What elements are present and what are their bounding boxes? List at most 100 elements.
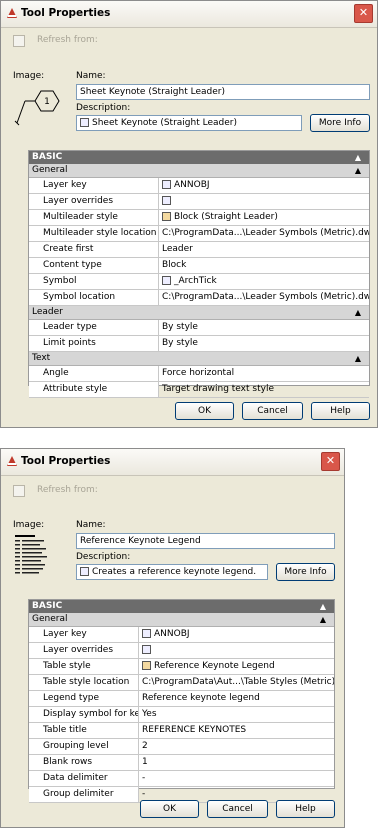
collapse-arrow-icon[interactable]: ▲ xyxy=(355,151,361,164)
prop-key: Table title xyxy=(29,723,139,738)
category-text[interactable]: Text ▲ xyxy=(29,352,369,366)
prop-value[interactable]: C:\ProgramData...\Leader Symbols (Metric… xyxy=(159,226,369,241)
prop-row-layer-key[interactable]: Layer key ANNOBJ xyxy=(29,627,334,643)
prop-row-legend-type[interactable]: Legend type Reference keynote legend xyxy=(29,691,334,707)
description-editor-icon xyxy=(80,118,89,127)
prop-key: Limit points xyxy=(29,336,159,351)
help-button[interactable]: Help xyxy=(276,800,335,818)
prop-key: Multileader style xyxy=(29,210,159,225)
ok-button[interactable]: OK xyxy=(175,402,234,420)
prop-value[interactable]: Block xyxy=(159,258,369,273)
prop-row-symbol[interactable]: Symbol _ArchTick xyxy=(29,274,369,290)
ok-button[interactable]: OK xyxy=(140,800,199,818)
prop-value[interactable]: REFERENCE KEYNOTES xyxy=(139,723,334,738)
prop-row-leader-type[interactable]: Leader type By style xyxy=(29,320,369,336)
prop-row-grouping-level[interactable]: Grouping level 2 xyxy=(29,739,334,755)
name-label: Name: xyxy=(76,520,106,530)
prop-value[interactable]: Target drawing text style xyxy=(159,382,369,397)
prop-key: Display symbol for key xyxy=(29,707,139,722)
prop-row-layer-key[interactable]: Layer key ANNOBJ xyxy=(29,178,369,194)
prop-value[interactable] xyxy=(139,643,334,658)
collapse-arrow-icon[interactable]: ▲ xyxy=(355,306,361,319)
prop-row-symbol-location[interactable]: Symbol location C:\ProgramData...\Leader … xyxy=(29,290,369,306)
prop-value[interactable]: Force horizontal xyxy=(159,366,369,381)
description-label: Description: xyxy=(76,103,131,113)
description-text: Sheet Keynote (Straight Leader) xyxy=(92,118,237,128)
collapse-arrow-icon[interactable]: ▲ xyxy=(320,600,326,613)
property-grid: BASIC ▲ General ▲ Layer key ANNOBJ Layer ov… xyxy=(28,599,335,803)
prop-row-table-title[interactable]: Table title REFERENCE KEYNOTES xyxy=(29,723,334,739)
basic-header[interactable]: BASIC ▲ xyxy=(29,151,369,164)
prop-value[interactable]: 2 xyxy=(139,739,334,754)
category-general[interactable]: General ▲ xyxy=(29,164,369,178)
collapse-arrow-icon[interactable]: ▲ xyxy=(355,352,361,365)
autocad-app-icon xyxy=(7,456,17,466)
prop-value-text: ANNOBJ xyxy=(154,629,190,639)
prop-value[interactable]: By style xyxy=(159,320,369,335)
collapse-arrow-icon[interactable]: ▲ xyxy=(320,613,326,626)
name-label: Name: xyxy=(76,71,106,81)
prop-row-table-style[interactable]: Table style Reference Keynote Legend xyxy=(29,659,334,675)
category-leader[interactable]: Leader ▲ xyxy=(29,306,369,320)
prop-row-create-first[interactable]: Create first Leader xyxy=(29,242,369,258)
prop-value[interactable]: By style xyxy=(159,336,369,351)
name-field[interactable]: Sheet Keynote (Straight Leader) xyxy=(76,84,370,100)
prop-row-layer-overrides[interactable]: Layer overrides xyxy=(29,643,334,659)
block-symbol-icon xyxy=(162,276,171,285)
prop-value[interactable]: Reference Keynote Legend xyxy=(139,659,334,674)
prop-row-limit-points[interactable]: Limit points By style xyxy=(29,336,369,352)
prop-row-layer-overrides[interactable]: Layer overrides xyxy=(29,194,369,210)
prop-value-text: Reference Keynote Legend xyxy=(154,661,275,671)
prop-row-multileader-style[interactable]: Multileader style Block (Straight Leader) xyxy=(29,210,369,226)
cancel-button[interactable]: Cancel xyxy=(242,402,303,420)
prop-value[interactable]: ANNOBJ xyxy=(159,178,369,193)
refresh-checkbox[interactable] xyxy=(13,35,25,47)
prop-row-data-delimiter[interactable]: Data delimiter - xyxy=(29,771,334,787)
prop-value[interactable]: Leader xyxy=(159,242,369,257)
description-field[interactable]: Sheet Keynote (Straight Leader) xyxy=(76,115,302,131)
basic-header[interactable]: BASIC ▲ xyxy=(29,600,334,613)
prop-key: Layer key xyxy=(29,627,139,642)
prop-row-attribute-style[interactable]: Attribute style Target drawing text style xyxy=(29,382,369,398)
description-field[interactable]: Creates a reference keynote legend. xyxy=(76,564,268,580)
prop-row-blank-rows[interactable]: Blank rows 1 xyxy=(29,755,334,771)
prop-value[interactable]: Block (Straight Leader) xyxy=(159,210,369,225)
prop-row-display-symbol[interactable]: Display symbol for key Yes xyxy=(29,707,334,723)
more-info-button[interactable]: More Info xyxy=(276,563,335,581)
prop-row-content-type[interactable]: Content type Block xyxy=(29,258,369,274)
category-general[interactable]: General ▲ xyxy=(29,613,334,627)
prop-value[interactable]: C:\ProgramData...\Leader Symbols (Metric… xyxy=(159,290,369,305)
close-icon[interactable]: ✕ xyxy=(354,4,373,23)
category-label: Text xyxy=(32,353,51,363)
image-label: Image: xyxy=(13,71,45,81)
prop-row-angle[interactable]: Angle Force horizontal xyxy=(29,366,369,382)
prop-value[interactable]: - xyxy=(139,771,334,786)
prop-value[interactable]: _ArchTick xyxy=(159,274,369,289)
more-info-button[interactable]: More Info xyxy=(310,114,370,132)
help-button[interactable]: Help xyxy=(311,402,370,420)
keynote-number: 1 xyxy=(44,97,50,107)
prop-key: Create first xyxy=(29,242,159,257)
prop-key: Data delimiter xyxy=(29,771,139,786)
cancel-button[interactable]: Cancel xyxy=(207,800,268,818)
prop-key: Legend type xyxy=(29,691,139,706)
prop-key: Symbol xyxy=(29,274,159,289)
collapse-arrow-icon[interactable]: ▲ xyxy=(355,164,361,177)
refresh-checkbox[interactable] xyxy=(13,485,25,497)
keynote-symbol-icon[interactable]: 1 xyxy=(13,87,71,129)
legend-thumbnail-icon[interactable] xyxy=(13,533,53,577)
prop-value[interactable]: ANNOBJ xyxy=(139,627,334,642)
prop-row-table-style-location[interactable]: Table style location C:\ProgramData\Aut..… xyxy=(29,675,334,691)
prop-value[interactable]: 1 xyxy=(139,755,334,770)
prop-key: Grouping level xyxy=(29,739,139,754)
prop-value[interactable]: Yes xyxy=(139,707,334,722)
prop-value[interactable]: C:\ProgramData\Aut...\Table Styles (Metr… xyxy=(139,675,334,690)
name-field[interactable]: Reference Keynote Legend xyxy=(76,533,335,549)
table-style-icon xyxy=(142,661,151,670)
prop-key: Blank rows xyxy=(29,755,139,770)
prop-row-multileader-style-location[interactable]: Multileader style location C:\ProgramData… xyxy=(29,226,369,242)
prop-value[interactable] xyxy=(159,194,369,209)
close-icon[interactable]: ✕ xyxy=(321,452,340,471)
prop-value[interactable]: Reference keynote legend xyxy=(139,691,334,706)
description-label: Description: xyxy=(76,552,131,562)
